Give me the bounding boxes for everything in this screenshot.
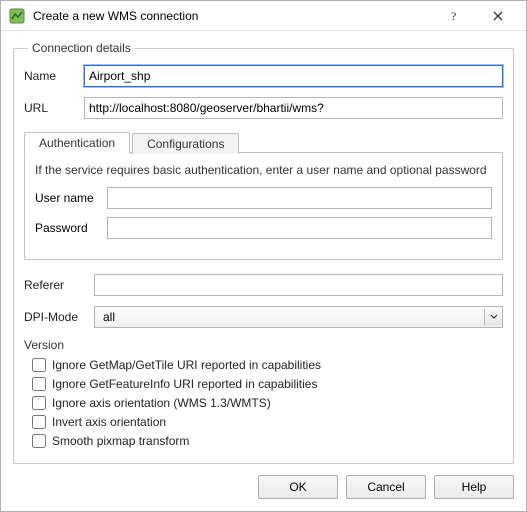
tab-authentication[interactable]: Authentication xyxy=(24,132,130,154)
referer-label: Referer xyxy=(24,278,94,292)
checkbox-ignore-getmap-label: Ignore GetMap/GetTile URI reported in ca… xyxy=(52,358,321,372)
cancel-button[interactable]: Cancel xyxy=(346,475,426,499)
referer-row: Referer xyxy=(24,274,503,296)
checkbox-smooth-pixmap-box[interactable] xyxy=(32,434,46,448)
username-input[interactable] xyxy=(107,187,492,209)
url-input[interactable] xyxy=(84,97,503,119)
checkbox-ignore-getfeature-label: Ignore GetFeatureInfo URI reported in ca… xyxy=(52,377,317,391)
referer-input[interactable] xyxy=(94,274,503,296)
checkbox-ignore-axis[interactable]: Ignore axis orientation (WMS 1.3/WMTS) xyxy=(32,396,503,410)
username-label: User name xyxy=(35,191,107,205)
dialog-content: Connection details Name URL Authenticati… xyxy=(1,31,526,465)
version-section-label: Version xyxy=(24,338,503,352)
password-label: Password xyxy=(35,221,107,235)
window-title: Create a new WMS connection xyxy=(33,9,432,23)
url-label: URL xyxy=(24,101,84,115)
password-row: Password xyxy=(35,217,492,239)
tab-bar: Authentication Configurations xyxy=(24,129,503,153)
checkbox-ignore-getfeature-box[interactable] xyxy=(32,377,46,391)
extra-settings: Referer DPI-Mode all Version xyxy=(24,274,503,448)
tab-configurations[interactable]: Configurations xyxy=(132,133,239,154)
checkbox-invert-axis-box[interactable] xyxy=(32,415,46,429)
dpi-mode-combo[interactable]: all xyxy=(94,306,503,328)
dpi-mode-value: all xyxy=(99,310,115,324)
svg-text:?: ? xyxy=(451,9,456,23)
dialog-button-bar: OK Cancel Help xyxy=(1,465,526,511)
dpi-label: DPI-Mode xyxy=(24,310,94,324)
checkbox-smooth-pixmap-label: Smooth pixmap transform xyxy=(52,434,189,448)
checkbox-ignore-getmap[interactable]: Ignore GetMap/GetTile URI reported in ca… xyxy=(32,358,503,372)
group-legend: Connection details xyxy=(28,41,135,55)
connection-details-group: Connection details Name URL Authenticati… xyxy=(13,41,514,464)
tab-pane-authentication: If the service requires basic authentica… xyxy=(24,152,503,260)
close-titlebar-button[interactable] xyxy=(476,2,520,30)
chevron-down-icon xyxy=(484,309,502,325)
help-button[interactable]: Help xyxy=(434,475,514,499)
checkbox-ignore-getmap-box[interactable] xyxy=(32,358,46,372)
username-row: User name xyxy=(35,187,492,209)
name-label: Name xyxy=(24,69,84,83)
name-row: Name xyxy=(24,65,503,87)
name-input[interactable] xyxy=(84,65,503,87)
title-bar: Create a new WMS connection ? xyxy=(1,1,526,31)
checkbox-invert-axis[interactable]: Invert axis orientation xyxy=(32,415,503,429)
checkbox-smooth-pixmap[interactable]: Smooth pixmap transform xyxy=(32,434,503,448)
checkbox-invert-axis-label: Invert axis orientation xyxy=(52,415,166,429)
app-icon xyxy=(9,8,25,24)
checkbox-ignore-axis-box[interactable] xyxy=(32,396,46,410)
auth-help-text: If the service requires basic authentica… xyxy=(35,163,492,177)
auth-tabs: Authentication Configurations If the ser… xyxy=(24,129,503,260)
dialog-window: Create a new WMS connection ? Connection… xyxy=(0,0,527,512)
checkbox-ignore-getfeature[interactable]: Ignore GetFeatureInfo URI reported in ca… xyxy=(32,377,503,391)
password-input[interactable] xyxy=(107,217,492,239)
checkbox-ignore-axis-label: Ignore axis orientation (WMS 1.3/WMTS) xyxy=(52,396,271,410)
dpi-row: DPI-Mode all xyxy=(24,306,503,328)
ok-button[interactable]: OK xyxy=(258,475,338,499)
url-row: URL xyxy=(24,97,503,119)
help-titlebar-button[interactable]: ? xyxy=(432,2,476,30)
